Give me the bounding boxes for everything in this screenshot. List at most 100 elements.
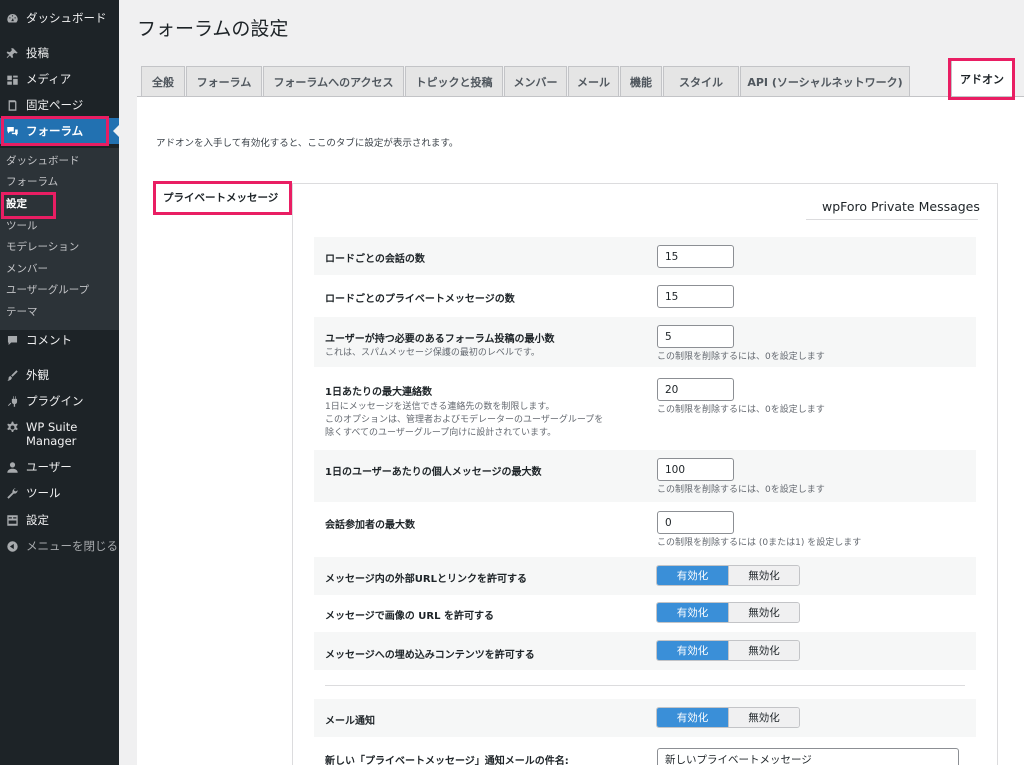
sidebar-item-label: ツール [26,486,61,500]
setting-label-max-contacts-per-day: 1日あたりの最大連絡数 [325,387,432,398]
setting-label-allow-embeds: メッセージへの埋め込みコンテンツを許可する [325,650,535,661]
toggle-enable[interactable]: 有効化 [657,566,728,585]
setting-label-conversations-per-load: ロードごとの会話の数 [325,254,425,265]
sidebar-item-label: メニューを閉じる [26,539,118,553]
setting-label-email-subject: 新しい「プライベートメッセージ」通知メールの件名: [325,756,569,765]
setting-desc-line-2: このオプションは、管理者およびモデレーターのユーザーグループを [325,415,604,425]
sidebar-item-label: ダッシュボード [26,11,107,25]
tab-email[interactable]: メール [568,66,619,96]
sidebar-item-dashboard[interactable]: ダッシュボード [0,5,119,31]
pin-icon [5,46,19,60]
setting-label-allow-external-urls: メッセージ内の外部URLとリンクを許可する [325,574,527,585]
toggle-enable[interactable]: 有効化 [657,708,728,727]
allow-image-urls-toggle[interactable]: 有効化 無効化 [656,602,800,623]
sidebar-item-wp-suite-manager[interactable]: WP Suite Manager [0,418,119,452]
sidebar-item-forum[interactable]: フォーラム [0,118,120,144]
sidebar-item-label: 外観 [26,368,49,382]
sidebar-item-media[interactable]: メディア [0,66,119,92]
tab-members[interactable]: メンバー [504,66,567,96]
setting-label-min-posts: ユーザーが持つ必要のあるフォーラム投稿の最小数 [325,334,555,345]
setting-desc-line-1: 1日にメッセージを送信できる連絡先の数を制限します。 [325,402,555,412]
tab-api[interactable]: API (ソーシャルネットワーク) [740,66,910,96]
setting-label-messages-per-load: ロードごとのプライベートメッセージの数 [325,294,515,305]
sidebar-item-label: フォーラム [26,124,84,138]
toggle-disable[interactable]: 無効化 [728,708,799,727]
submenu-item-themes[interactable]: テーマ [6,301,38,321]
allow-embeds-toggle[interactable]: 有効化 無効化 [656,640,800,661]
tab-topics-posts[interactable]: トピックと投稿 [405,66,503,96]
sidebar-item-label: ユーザー [26,460,72,474]
sidebar-item-label: 設定 [26,513,49,527]
submenu-item-dashboard[interactable]: ダッシュボード [6,150,80,170]
max-contacts-input[interactable]: 20 [657,378,734,401]
forum-icon [5,124,19,138]
sidebar-item-label: 投稿 [26,46,49,60]
sidebar-item-settings[interactable]: 設定 [0,507,119,533]
sidebar-item-label: プラグイン [26,394,84,408]
submenu-item-usergroups[interactable]: ユーザーグループ [6,279,89,299]
toggle-disable[interactable]: 無効化 [728,603,799,622]
conversations-per-load-input[interactable]: 15 [657,245,734,268]
media-icon [5,72,19,86]
dashboard-icon [5,11,19,25]
setting-label-max-participants: 会話参加者の最大数 [325,520,415,531]
toggle-disable[interactable]: 無効化 [728,641,799,660]
current-menu-arrow [113,124,120,138]
sidebar-item-label: コメント [26,333,72,347]
setting-hint-max-participants: この制限を削除するには (0または1) を設定します [657,538,862,548]
submenu-item-members[interactable]: メンバー [6,258,48,278]
sidebar-item-posts[interactable]: 投稿 [0,40,119,66]
tab-general[interactable]: 全般 [141,66,185,96]
comment-icon [5,333,19,347]
collapse-icon [5,539,19,553]
plugin-icon [5,394,19,408]
setting-label-email-notification: メール通知 [325,716,375,727]
sidebar-item-label: 固定ページ [26,98,84,112]
sidebar-item-plugins[interactable]: プラグイン [0,388,119,414]
sidebar-item-label: WP Suite Manager [26,420,78,448]
sidebar-item-pages[interactable]: 固定ページ [0,92,119,118]
submenu-item-settings[interactable]: 設定 [6,193,27,213]
tab-forums[interactable]: フォーラム [186,66,262,96]
forum-submenu: ダッシュボード フォーラム 設定 ツール モデレーション メンバー ユーザーグル… [0,148,119,330]
sidebar-item-comments[interactable]: コメント [0,327,119,353]
setting-hint-min-posts: この制限を削除するには、0を設定します [657,352,825,362]
toggle-enable[interactable]: 有効化 [657,641,728,660]
submenu-item-moderation[interactable]: モデレーション [6,236,79,256]
tab-features[interactable]: 機能 [620,66,662,96]
tab-addons[interactable]: アドオン [951,60,1013,96]
brush-icon [5,368,19,382]
setting-hint-max-messages: この制限を削除するには、0を設定します [657,485,825,495]
settings-icon [5,513,19,527]
user-icon [5,460,19,474]
email-notification-toggle[interactable]: 有効化 無効化 [656,707,800,728]
setting-desc-min-posts: これは、スパムメッセージ保護の最初のレベルです。 [325,348,540,358]
setting-row [314,699,976,737]
toggle-disable[interactable]: 無効化 [728,566,799,585]
submenu-item-forums[interactable]: フォーラム [6,171,58,191]
page-icon [5,98,19,112]
box-title-divider [806,219,978,220]
wrench-icon [5,486,19,500]
sidebar-item-tools[interactable]: ツール [0,480,119,506]
sidebar-item-label: メディア [26,72,72,86]
toggle-enable[interactable]: 有効化 [657,603,728,622]
sidebar-item-appearance[interactable]: 外観 [0,362,119,388]
setting-desc-line-3: 除くすべてのユーザーグループ向けに設計されています。 [325,428,557,438]
messages-per-load-input[interactable]: 15 [657,285,734,308]
submenu-item-tools[interactable]: ツール [6,215,38,235]
sidebar-item-users[interactable]: ユーザー [0,454,119,480]
max-messages-input[interactable]: 100 [657,458,734,481]
section-label-private-messages: プライベートメッセージ [163,192,279,204]
setting-label-max-messages-per-day: 1日のユーザーあたりの個人メッセージの最大数 [325,467,542,478]
sidebar-collapse-menu[interactable]: メニューを閉じる [0,533,119,559]
addons-intro-text: アドオンを入手して有効化すると、ここのタブに設定が表示されます。 [156,138,459,149]
tab-styles[interactable]: スタイル [663,66,739,96]
max-participants-input[interactable]: 0 [657,511,734,534]
page-title: フォーラムの設定 [137,18,289,40]
min-posts-input[interactable]: 5 [657,325,734,348]
allow-external-urls-toggle[interactable]: 有効化 無効化 [656,565,800,586]
tab-forum-access[interactable]: フォーラムへのアクセス [263,66,404,96]
section-divider [325,685,965,686]
email-subject-input[interactable]: 新しいプライベートメッセージ [657,748,959,765]
